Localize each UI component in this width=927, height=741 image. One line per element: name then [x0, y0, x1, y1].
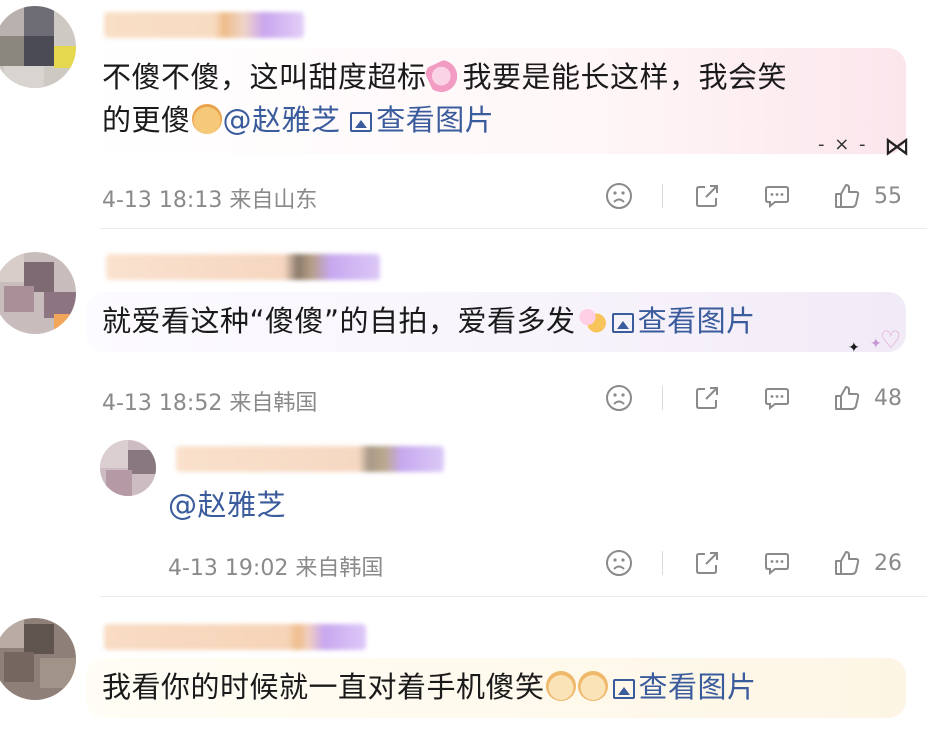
avatar[interactable]	[0, 618, 76, 700]
comment-divider	[100, 596, 927, 597]
dog-face-emoji-icon	[545, 671, 576, 701]
like-button[interactable]: 26	[832, 543, 902, 583]
comment-button[interactable]	[762, 378, 792, 418]
comment-button[interactable]	[762, 543, 792, 583]
username[interactable]	[106, 254, 380, 280]
sad-face-icon	[606, 550, 632, 576]
comment-button[interactable]	[762, 176, 792, 216]
thumbs-up-icon	[835, 184, 860, 208]
share-button[interactable]	[692, 378, 722, 418]
dislike-button[interactable]	[604, 378, 634, 418]
comment-icon	[765, 186, 789, 209]
comment-icon	[765, 388, 789, 411]
smirk-dog-emoji-icon	[191, 104, 222, 134]
like-count: 55	[874, 183, 902, 209]
view-picture-link[interactable]: 查看图片	[350, 103, 494, 137]
share-button[interactable]	[692, 176, 722, 216]
reply-text: @赵雅芝	[168, 484, 286, 527]
thumbs-up-icon	[835, 386, 860, 410]
bow-decoration-icon: - × - ⋈	[818, 132, 912, 162]
comment-text: 我看你的时候就一直对着手机傻笑 查看图片	[102, 670, 757, 704]
action-divider	[662, 551, 663, 575]
action-bar: 55	[600, 176, 910, 216]
comment-2: 就爱看这种“傻傻”的自拍，爱看多发 查看图片 ✦ ✦ ♡ 4-13 18:52 来…	[0, 230, 927, 430]
avatar[interactable]	[0, 6, 76, 88]
view-picture-link[interactable]: 查看图片	[609, 670, 757, 704]
comment-text: 就爱看这种“傻傻”的自拍，爱看多发 查看图片	[102, 304, 756, 338]
dislike-button[interactable]	[604, 176, 634, 216]
mention-link[interactable]: @赵雅芝	[168, 488, 286, 522]
share-icon	[696, 387, 718, 409]
sad-face-icon	[606, 183, 632, 209]
dislike-button[interactable]	[604, 543, 634, 583]
like-count: 26	[874, 550, 902, 576]
image-icon	[350, 112, 373, 132]
like-count: 48	[874, 385, 902, 411]
sad-face-icon	[606, 385, 632, 411]
action-bar: 48	[600, 378, 910, 418]
thumbs-up-icon	[835, 551, 860, 575]
comment-1: 不傻不傻，这叫甜度超标 我要是能长这样，我会笑 的更傻 @赵雅芝 查看图片 - × …	[0, 0, 927, 230]
timestamp-location: 4-13 19:02 来自韩国	[168, 556, 384, 581]
image-icon	[611, 313, 634, 333]
action-divider	[662, 184, 663, 208]
comment-text: 不傻不傻，这叫甜度超标 我要是能长这样，我会笑 的更傻 @赵雅芝 查看图片	[102, 55, 892, 142]
avatar[interactable]	[0, 252, 76, 334]
share-icon	[696, 552, 718, 574]
share-icon	[696, 185, 718, 207]
username[interactable]	[176, 446, 444, 472]
share-button[interactable]	[692, 543, 722, 583]
timestamp-location: 4-13 18:52 来自韩国	[102, 391, 318, 416]
comment-4: 我看你的时候就一直对着手机傻笑 查看图片	[0, 600, 927, 741]
username[interactable]	[104, 12, 304, 38]
mention-link[interactable]: @赵雅芝	[223, 103, 341, 137]
avatar[interactable]	[100, 440, 156, 496]
heart-sparkle-decoration-icon: ✦ ✦ ♡	[848, 326, 902, 356]
like-button[interactable]: 55	[832, 176, 902, 216]
reply-comment: @赵雅芝 4-13 19:02 来自韩国 26	[0, 430, 927, 600]
action-bar: 26	[600, 543, 910, 583]
username[interactable]	[104, 624, 366, 650]
comment-divider	[100, 228, 927, 229]
image-icon	[612, 679, 635, 699]
timestamp-location: 4-13 18:13 来自山东	[102, 188, 318, 213]
comment-icon	[765, 553, 789, 576]
action-divider	[662, 386, 663, 410]
view-picture-link[interactable]: 查看图片	[608, 304, 756, 338]
bunny-hug-emoji-icon	[576, 305, 607, 335]
dog-face-emoji-icon	[577, 671, 608, 701]
candy-emoji-icon	[422, 55, 467, 97]
like-button[interactable]: 48	[832, 378, 902, 418]
